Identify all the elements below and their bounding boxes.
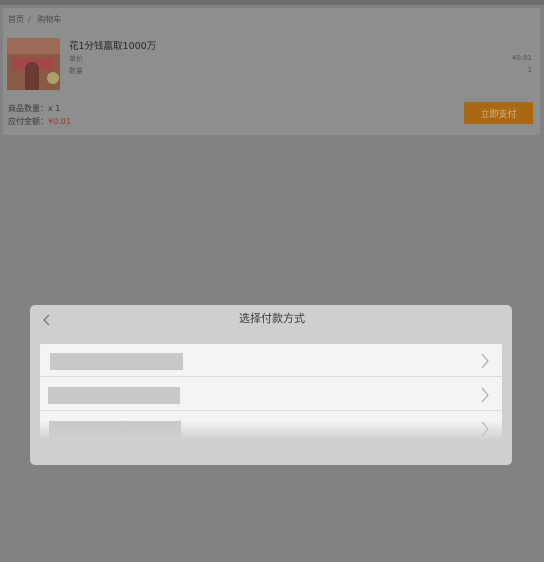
thumbnail-figure <box>25 62 39 90</box>
thumbnail-badge <box>47 72 59 84</box>
total-label: 应付金额：¥0.01 <box>8 116 71 127</box>
pay-now-button[interactable]: 立即支付 <box>464 102 533 124</box>
payment-method-row[interactable] <box>40 378 502 411</box>
item-count-value: x 1 <box>48 104 61 113</box>
payment-method-placeholder <box>50 353 183 370</box>
product-thumbnail[interactable] <box>7 38 60 90</box>
breadcrumb: 首页 / 购物车 <box>8 14 65 25</box>
payment-method-placeholder <box>48 387 180 404</box>
payment-method-row[interactable] <box>40 344 502 377</box>
breadcrumb-home[interactable]: 首页 <box>8 15 24 24</box>
total-value: ¥0.01 <box>48 117 71 126</box>
item-count-text: 商品数量： <box>8 104 48 113</box>
chevron-right-icon <box>481 353 489 369</box>
quantity-label: 数量 <box>69 67 83 75</box>
breadcrumb-separator: / <box>28 15 31 24</box>
dialog-title: 选择付款方式 <box>239 312 305 325</box>
row-divider <box>40 376 502 377</box>
top-bar <box>0 0 544 5</box>
item-count-label: 商品数量：x 1 <box>8 103 60 114</box>
order-card <box>3 8 540 135</box>
thumbnail-header <box>7 38 60 54</box>
total-text: 应付金额： <box>8 117 48 126</box>
unit-price-value: ¥0.01 <box>511 54 532 62</box>
product-name[interactable]: 花1分钱赢取1000万 <box>69 38 156 52</box>
quantity-value: 1 <box>527 66 532 74</box>
list-fade <box>40 420 502 440</box>
breadcrumb-cart[interactable]: 购物车 <box>37 15 61 24</box>
row-divider <box>40 410 502 411</box>
unit-price-label: 单价 <box>69 55 83 63</box>
chevron-right-icon <box>481 387 489 403</box>
